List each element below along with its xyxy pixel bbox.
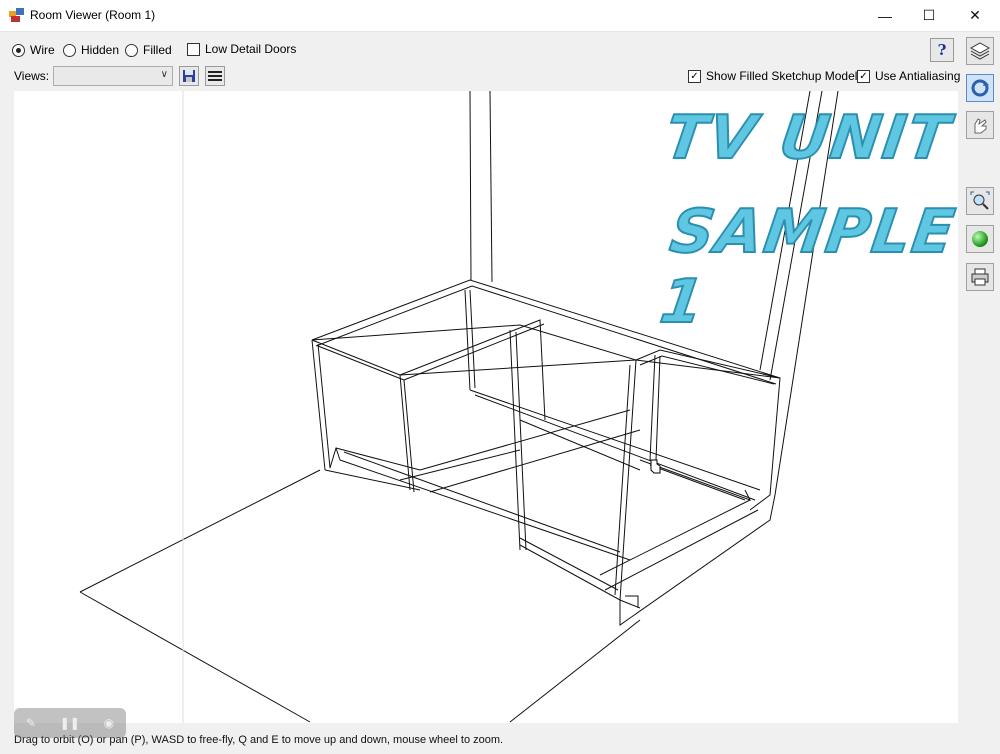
radio-hidden-label: Hidden (81, 43, 120, 57)
low-detail-doors-box[interactable] (187, 42, 200, 56)
hand-cursor-icon (650, 459, 661, 474)
tv-unit-label: TV UNIT (660, 102, 956, 174)
help-button[interactable]: ? (930, 38, 954, 62)
hamburger-menu-icon (208, 71, 222, 81)
use-antialiasing-box[interactable]: ✓ (857, 69, 870, 83)
show-filled-sketchup-box[interactable]: ✓ (688, 69, 701, 83)
low-detail-doors-checkbox[interactable]: Low Detail Doors (187, 42, 296, 56)
use-antialiasing-checkbox[interactable]: ✓ Use Antialiasing (857, 69, 960, 83)
minimize-button[interactable]: — (862, 0, 908, 31)
radio-wire-label: Wire (30, 43, 55, 57)
views-dropdown[interactable]: ∨ (53, 66, 173, 86)
show-filled-sketchup-checkbox[interactable]: ✓ Show Filled Sketchup Models (688, 69, 863, 83)
pause-icon[interactable]: ❚❚ (60, 716, 80, 730)
window-title: Room Viewer (Room 1) (30, 8, 156, 22)
app-icon (9, 8, 24, 22)
maximize-icon: ☐ (922, 7, 936, 23)
orbit-icon (971, 79, 989, 97)
help-icon: ? (937, 41, 947, 59)
low-detail-doors-label: Low Detail Doors (205, 42, 297, 56)
radio-hidden-indicator[interactable] (63, 43, 76, 57)
layers-button[interactable] (966, 37, 994, 65)
green-ball-icon (972, 231, 988, 247)
zoom-extents-icon (970, 191, 990, 210)
views-label: Views: (14, 69, 50, 83)
print-button[interactable] (966, 263, 994, 291)
zoom-extents-button[interactable] (966, 187, 994, 215)
close-icon: ✕ (969, 7, 981, 23)
radio-filled-label: Filled (143, 43, 172, 57)
radio-filled[interactable]: Filled (125, 43, 172, 57)
3d-viewport[interactable]: TV UNIT SAMPLE 1 (14, 91, 958, 723)
show-filled-sketchup-label: Show Filled Sketchup Models (706, 69, 864, 83)
render-button[interactable] (966, 225, 994, 253)
pan-button[interactable] (966, 111, 994, 139)
close-button[interactable]: ✕ (952, 0, 998, 31)
camera-icon[interactable]: ◉ (104, 716, 114, 730)
use-antialiasing-label: Use Antialiasing (875, 69, 961, 83)
layers-icon (970, 42, 990, 60)
edit-icon[interactable]: ✎ (26, 716, 36, 730)
title-bar: Room Viewer (Room 1) — ☐ ✕ (0, 0, 1000, 32)
views-menu-button[interactable] (205, 66, 225, 86)
status-bar: Drag to orbit (O) or pan (P), WASD to fr… (0, 726, 1000, 754)
wireframe-scene (79, 91, 839, 723)
save-view-button[interactable] (179, 66, 199, 86)
print-icon (971, 268, 989, 286)
minimize-icon: — (878, 7, 892, 24)
orbit-button[interactable] (966, 74, 994, 102)
chevron-down-icon: ∨ (160, 69, 168, 80)
radio-wire[interactable]: Wire (12, 43, 55, 57)
maximize-button[interactable]: ☐ (906, 0, 952, 31)
radio-hidden[interactable]: Hidden (63, 43, 119, 57)
radio-wire-indicator[interactable] (12, 43, 25, 57)
pan-hand-icon (974, 118, 987, 134)
save-icon (183, 70, 195, 82)
radio-filled-indicator[interactable] (125, 43, 138, 57)
sample-label: SAMPLE 1 (655, 196, 958, 338)
recorder-overlay[interactable]: ✎ ❚❚ ◉ (14, 708, 126, 738)
